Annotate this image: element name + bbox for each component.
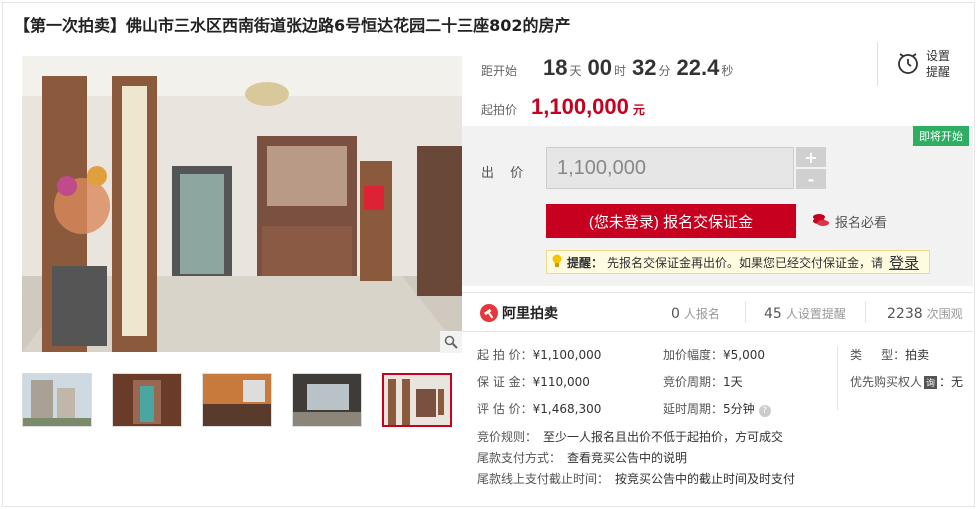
countdown: 距开始 18 天 00 时 32 分 22.4 秒 <box>481 55 739 81</box>
thumbnail-5[interactable] <box>382 373 452 427</box>
page-title: 【第一次拍卖】佛山市三水区西南街道张边路6号恒达花园二十三座802的房产 <box>14 16 571 35</box>
days-unit: 天 <box>569 64 582 78</box>
divider <box>837 346 838 410</box>
must-read-link[interactable]: 报名必看 <box>812 212 887 231</box>
lightbulb-icon <box>551 254 563 271</box>
detail-value: 按竞买公告中的截止时间及时支付 <box>615 472 796 486</box>
login-link[interactable]: 登录 <box>889 252 919 273</box>
auction-hammer-icon <box>480 304 498 322</box>
signup-deposit-button[interactable]: (您未登录) 报名交保证金 <box>546 204 796 238</box>
signup-count-label: 人报名 <box>683 307 720 321</box>
reminder-count-label: 人设置提醒 <box>785 307 846 321</box>
signup-count-value: 0 <box>671 306 680 322</box>
detail-value: 5分钟 <box>723 402 755 416</box>
detail-value: 至少一人报名且出价不低于起拍价，方可成交 <box>543 430 784 444</box>
coins-icon <box>812 213 830 231</box>
detail-key: 优先购买权人 <box>850 375 923 389</box>
detail-cycle: 竞价周期：1天 <box>663 373 743 390</box>
start-price-value: 1,100,000 <box>531 94 629 119</box>
thumbnail-1[interactable] <box>22 373 92 427</box>
hours-unit: 时 <box>614 64 627 78</box>
reminder-count-value: 45 <box>764 306 782 322</box>
thumbnail-strip <box>22 373 452 429</box>
query-icon[interactable]: 询 <box>924 376 938 389</box>
countdown-label: 距开始 <box>481 64 518 78</box>
start-price-label: 起拍价 <box>481 103 518 117</box>
minutes-unit: 分 <box>658 64 671 78</box>
detail-type: 类 型：拍卖 <box>850 346 929 363</box>
bid-label: 出 价 <box>481 166 530 181</box>
detail-key: 起 拍 价： <box>477 348 533 362</box>
detail-key: 评 估 价： <box>477 402 533 416</box>
zoom-icon[interactable] <box>440 331 462 353</box>
detail-value: ¥110,000 <box>532 375 590 389</box>
detail-deposit: 保 证 金：¥110,000 <box>477 373 590 390</box>
bid-input[interactable]: 1,100,000 <box>546 147 794 189</box>
bid-box: 即将开始 出 价 1,100,000 + - (您未登录) 报名交保证金 报名必… <box>462 126 973 286</box>
brand-label: 阿里拍卖 <box>502 306 558 322</box>
help-icon[interactable]: ? <box>758 405 771 417</box>
detail-rule: 竞价规则： 至少一人报名且出价不低于起拍价，方可成交 <box>477 428 783 445</box>
detail-increment: 加价幅度：¥5,000 <box>663 346 765 363</box>
decrease-bid-button[interactable]: - <box>796 169 826 189</box>
detail-key: 延时周期： <box>663 402 724 416</box>
bid-stepper: + - <box>796 147 826 191</box>
countdown-minutes: 32 <box>632 55 657 80</box>
detail-value: 查看竞买公告中的说明 <box>567 451 688 465</box>
main-photo[interactable] <box>22 56 462 352</box>
increase-bid-button[interactable]: + <box>796 147 826 167</box>
login-reminder-tip: 提醒： 先报名交保证金再出价。如果您已经交付保证金，请 登录 <box>546 250 930 274</box>
detail-priority: 优先购买权人询：无 <box>850 373 963 390</box>
detail-value: 1天 <box>723 375 743 389</box>
thumbnail-2[interactable] <box>112 373 182 427</box>
bid-value: 1,100,000 <box>557 156 646 179</box>
countdown-days: 18 <box>543 55 568 80</box>
status-badge: 即将开始 <box>913 126 969 146</box>
set-reminder-button[interactable]: 设置提醒 <box>877 42 973 86</box>
divider <box>745 301 746 323</box>
detail-appraisal: 评 估 价：¥1,468,300 <box>477 400 601 417</box>
detail-key: 类 型： <box>850 348 906 362</box>
detail-key: 竞价周期： <box>663 375 724 389</box>
reminder-count: 45 人设置提醒 <box>764 305 846 322</box>
start-price-unit: 元 <box>632 103 645 117</box>
detail-deadline: 尾款线上支付截止时间： 按竞买公告中的截止时间及时支付 <box>477 470 795 487</box>
detail-start-price: 起 拍 价：¥1,100,000 <box>477 346 601 363</box>
thumbnail-3[interactable] <box>202 373 272 427</box>
must-read-label: 报名必看 <box>835 216 888 231</box>
ali-auction-logo: 阿里拍卖 <box>480 303 558 323</box>
view-count-value: 2238 <box>887 306 923 322</box>
seconds-unit: 秒 <box>721 64 734 78</box>
detail-key: 尾款支付方式： <box>477 451 562 465</box>
detail-value: ：无 <box>939 375 964 389</box>
divider <box>865 301 866 323</box>
signup-count: 0 人报名 <box>671 305 720 322</box>
stats-bar: 阿里拍卖 0 人报名 45 人设置提醒 2238 次围观 <box>462 292 973 332</box>
view-count-label: 次围观 <box>926 307 963 321</box>
countdown-hours: 00 <box>587 55 612 80</box>
detail-value: ¥1,100,000 <box>532 348 602 362</box>
tip-prefix: 提醒： <box>567 255 604 270</box>
alarm-clock-icon <box>896 51 920 78</box>
detail-extend: 延时周期：5分钟? <box>663 400 771 417</box>
detail-key: 尾款线上支付截止时间： <box>477 472 610 486</box>
detail-value: ¥5,000 <box>723 348 766 362</box>
start-price-row: 起拍价 1,100,000 元 <box>481 94 645 120</box>
thumbnail-4[interactable] <box>292 373 362 427</box>
detail-key: 保 证 金： <box>477 375 533 389</box>
view-count: 2238 次围观 <box>887 305 963 322</box>
reminder-label: 设置提醒 <box>926 49 951 79</box>
detail-key: 竞价规则： <box>477 430 538 444</box>
detail-key: 加价幅度： <box>663 348 724 362</box>
detail-value: 拍卖 <box>905 348 930 362</box>
detail-payment: 尾款支付方式： 查看竞买公告中的说明 <box>477 449 687 466</box>
countdown-seconds: 22.4 <box>676 55 720 80</box>
detail-value: ¥1,468,300 <box>532 402 602 416</box>
tip-text: 先报名交保证金再出价。如果您已经交付保证金，请 <box>607 255 884 270</box>
